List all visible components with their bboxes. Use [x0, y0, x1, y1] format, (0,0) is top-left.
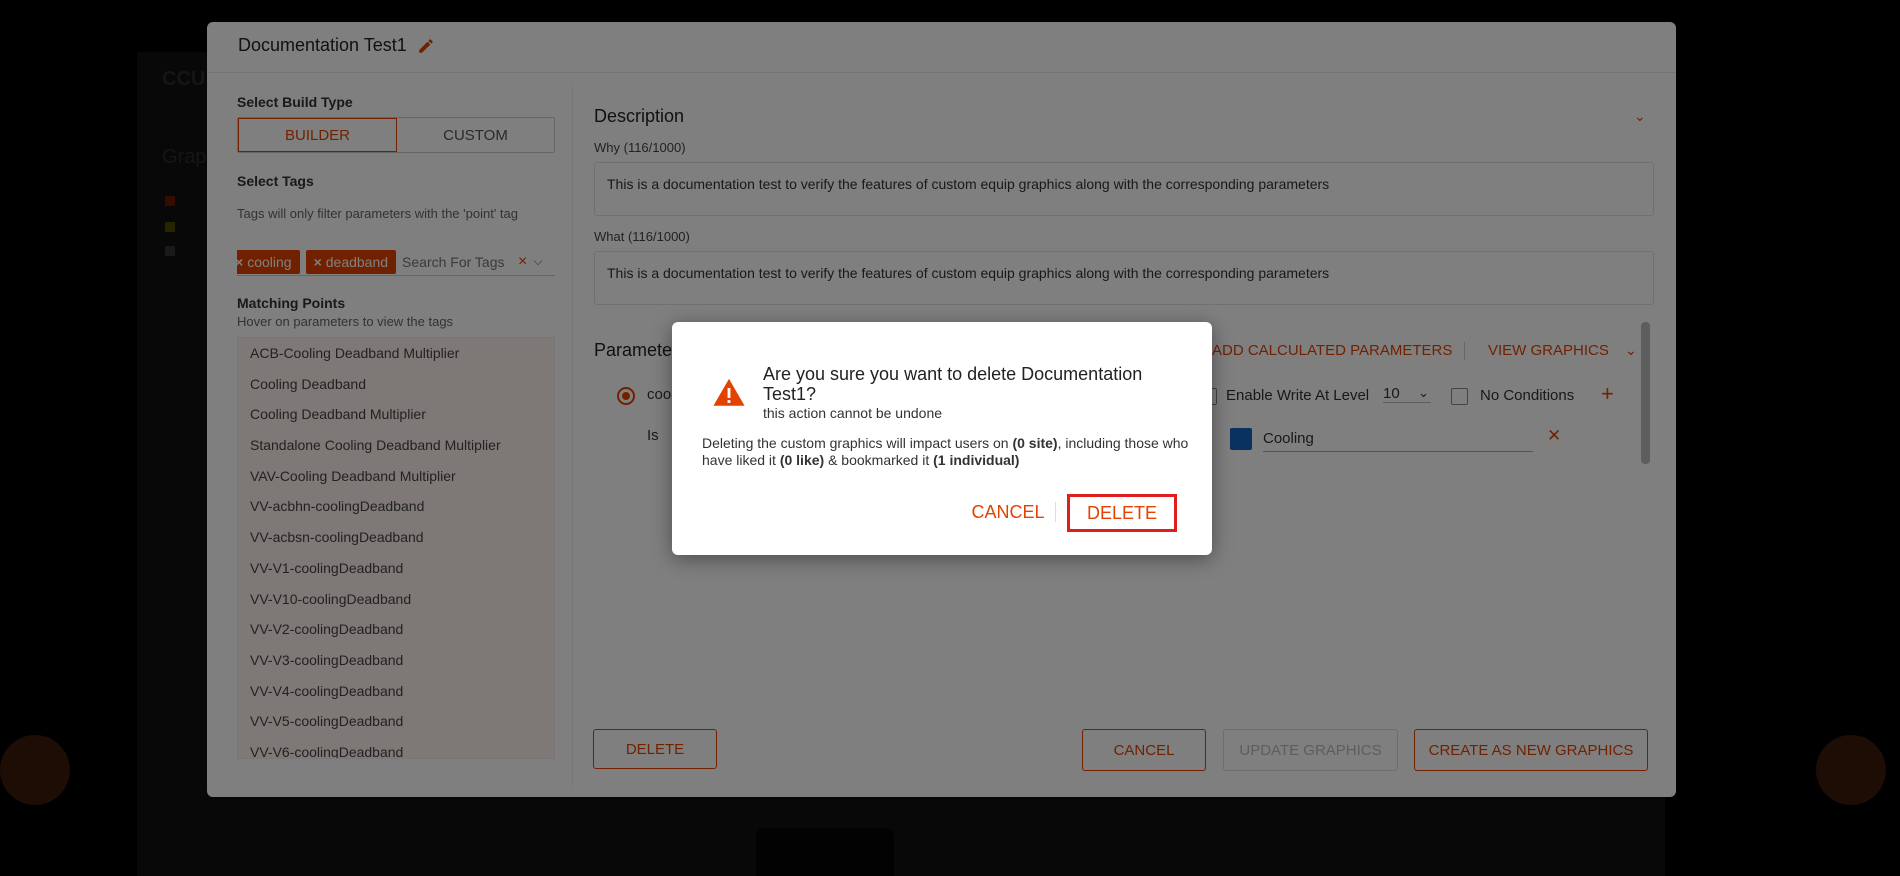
bookmark-count: (1 individual)	[933, 452, 1020, 468]
dialog-body: Deleting the custom graphics will impact…	[702, 435, 1192, 469]
dialog-title: Are you sure you want to delete Document…	[763, 364, 1143, 404]
body-text: Deleting the custom graphics will impact…	[702, 435, 1013, 451]
dialog-cancel-button[interactable]: CANCEL	[955, 494, 1061, 530]
warning-icon	[713, 378, 745, 406]
dialog-subtitle: this action cannot be undone	[763, 405, 943, 421]
body-text: & bookmarked it	[824, 452, 934, 468]
delete-confirm-dialog: Are you sure you want to delete Document…	[672, 322, 1212, 555]
like-count: (0 like)	[779, 452, 825, 468]
button-separator	[1055, 502, 1056, 522]
dialog-delete-button[interactable]: DELETE	[1067, 494, 1177, 532]
site-count: (0 site)	[1012, 435, 1058, 451]
